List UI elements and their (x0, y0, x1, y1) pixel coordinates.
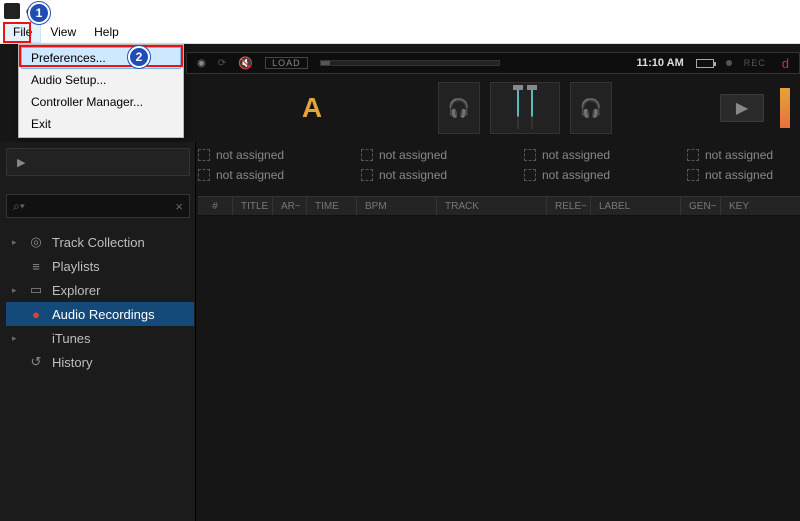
browser-table-header: # TITLE AR~ TIME BPM TRACK RELE~ LABEL G… (198, 196, 800, 216)
search-box[interactable]: ⌕▾ × (6, 194, 190, 218)
tree-label: Audio Recordings (52, 307, 155, 322)
slot-a4[interactable]: not assigned (687, 148, 790, 162)
slot-label: not assigned (542, 168, 610, 182)
chevron-down-icon: ▾ (20, 199, 25, 213)
slot-box-icon (198, 169, 210, 181)
tree-label: Track Collection (52, 235, 145, 250)
browser-tree: ▸ ◎ Track Collection ≡ Playlists ▸ ▭ Explorer… (6, 230, 194, 374)
expand-arrow-icon[interactable]: ▸ (12, 237, 20, 248)
tree-label: Playlists (52, 259, 100, 274)
tree-history[interactable]: ↺ History (6, 350, 194, 374)
load-indicator: LOAD (265, 57, 308, 69)
slot-b3[interactable]: not assigned (524, 168, 627, 182)
menu-view[interactable]: View (41, 22, 85, 43)
slot-box-icon (361, 149, 373, 161)
slot-a1[interactable]: not assigned (198, 148, 301, 162)
globe-icon[interactable]: ◉ (197, 58, 206, 69)
col-key[interactable]: KEY (721, 197, 755, 215)
search-icon: ⌕ (13, 199, 20, 213)
expand-arrow-icon[interactable]: ▸ (12, 285, 20, 296)
rec-dot-icon (726, 60, 732, 66)
slot-b4[interactable]: not assigned (687, 168, 790, 182)
col-track[interactable]: TRACK (437, 197, 547, 215)
tree-track-collection[interactable]: ▸ ◎ Track Collection (6, 230, 194, 254)
playlist-icon: ≡ (28, 259, 44, 274)
menu-item-audio-setup[interactable]: Audio Setup... (21, 69, 181, 91)
sync-icon[interactable]: ⟳ (218, 58, 226, 69)
clear-search-icon[interactable]: × (175, 199, 183, 214)
cpu-load-bar (320, 60, 500, 66)
col-time[interactable]: TIME (307, 197, 357, 215)
record-icon: ● (28, 307, 44, 322)
slot-label: not assigned (705, 168, 773, 182)
slot-box-icon (198, 149, 210, 161)
slot-label: not assigned (216, 148, 284, 162)
menu-item-exit[interactable]: Exit (21, 113, 181, 135)
slot-label: not assigned (216, 168, 284, 182)
slot-box-icon (361, 169, 373, 181)
clock: 11:10 AM (636, 57, 683, 69)
annotation-badge-2: 2 (128, 46, 150, 68)
slot-box-icon (524, 149, 536, 161)
play-icon: ▶ (17, 156, 25, 169)
collection-icon: ◎ (28, 234, 44, 250)
browser-sidebar: ▶ ⌕▾ × ▸ ◎ Track Collection ≡ Playlists ▸ ▭ E… (6, 148, 194, 374)
menubar: File View Help (0, 22, 800, 44)
preview-play-button[interactable]: ▶ (6, 148, 190, 176)
col-release[interactable]: RELE~ (547, 197, 591, 215)
tree-itunes[interactable]: ▸ iTunes (6, 326, 194, 350)
menu-item-preferences[interactable]: Preferences... (21, 47, 181, 69)
tree-explorer[interactable]: ▸ ▭ Explorer (6, 278, 194, 302)
slot-a2[interactable]: not assigned (361, 148, 464, 162)
col-label[interactable]: LABEL (591, 197, 681, 215)
channel-faders[interactable] (490, 82, 560, 134)
slot-label: not assigned (705, 148, 773, 162)
play-button[interactable]: ▶ (720, 94, 764, 122)
slot-b1[interactable]: not assigned (198, 168, 301, 182)
rec-label[interactable]: REC (744, 58, 766, 68)
battery-icon (696, 59, 714, 68)
history-icon: ↺ (28, 354, 44, 370)
header-strip: ◉ ⟳ 🔇 LOAD 11:10 AM REC d (186, 52, 800, 74)
tree-playlists[interactable]: ≡ Playlists (6, 254, 194, 278)
col-bpm[interactable]: BPM (357, 197, 437, 215)
deck-a-label: A (196, 80, 428, 136)
slot-label: not assigned (379, 148, 447, 162)
file-dropdown: Preferences... Audio Setup... Controller… (18, 44, 184, 138)
titlebar: or (0, 0, 800, 22)
col-genre[interactable]: GEN~ (681, 197, 721, 215)
slot-label: not assigned (379, 168, 447, 182)
explorer-icon: ▭ (28, 282, 44, 298)
slot-box-icon (687, 169, 699, 181)
expand-arrow-icon[interactable]: ▸ (12, 333, 20, 344)
tree-label: Explorer (52, 283, 100, 298)
deck-mixer-row: A 🎧 🎧 ▶ (186, 78, 800, 138)
slot-box-icon (687, 149, 699, 161)
waveform-stub (780, 88, 790, 128)
speaker-mute-icon[interactable]: 🔇 (238, 56, 253, 70)
remix-slots: not assigned not assigned not assigned n… (198, 148, 790, 188)
tree-label: iTunes (52, 331, 91, 346)
cue-b-headphones[interactable]: 🎧 (570, 82, 612, 134)
deck-d-indicator: d (782, 56, 789, 71)
slot-b2[interactable]: not assigned (361, 168, 464, 182)
menu-file[interactable]: File (4, 22, 41, 43)
col-title[interactable]: TITLE (233, 197, 273, 215)
tree-label: History (52, 355, 92, 370)
fader-b[interactable] (531, 87, 533, 129)
slot-a3[interactable]: not assigned (524, 148, 627, 162)
menu-item-controller-manager[interactable]: Controller Manager... (21, 91, 181, 113)
annotation-badge-1: 1 (28, 2, 50, 24)
fader-a[interactable] (517, 87, 519, 129)
menu-help[interactable]: Help (85, 22, 128, 43)
cue-a-headphones[interactable]: 🎧 (438, 82, 480, 134)
slot-label: not assigned (542, 148, 610, 162)
headphones-icon: 🎧 (580, 98, 602, 119)
col-artist[interactable]: AR~ (273, 197, 307, 215)
app-icon (4, 3, 20, 19)
tree-audio-recordings[interactable]: ● Audio Recordings (6, 302, 194, 326)
headphones-icon: 🎧 (448, 98, 470, 119)
col-num[interactable]: # (198, 197, 233, 215)
slot-box-icon (524, 169, 536, 181)
